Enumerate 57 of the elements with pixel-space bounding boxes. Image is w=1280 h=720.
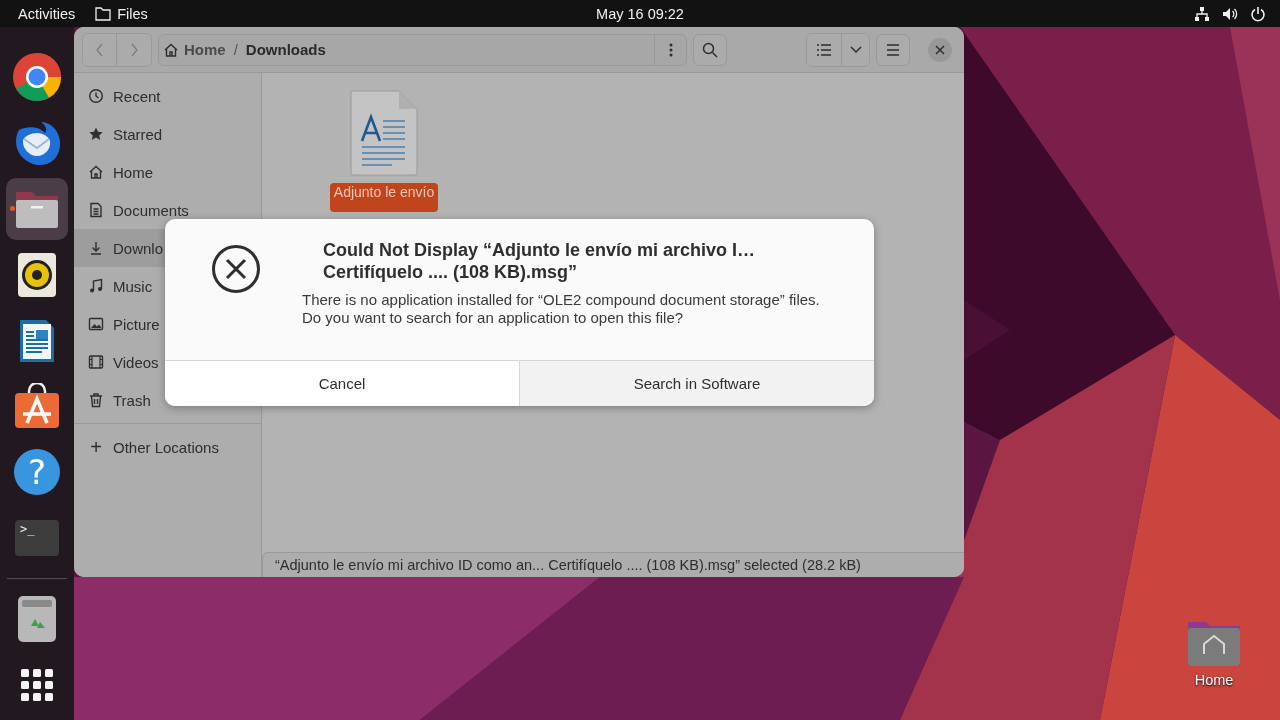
chevron-right-icon [129, 41, 139, 58]
dialog-message: There is no application installed for “OLE2 compound document storage” files. Do you want to search for an application to open this file? [302, 291, 821, 327]
sidebar-item[interactable]: Home [74, 153, 261, 191]
menu-button[interactable] [876, 33, 910, 66]
kebab-icon [668, 42, 673, 57]
caret-icon [849, 45, 862, 54]
folder-icon [95, 6, 112, 21]
sidebar-item[interactable]: Picture [74, 305, 261, 343]
path-crumb[interactable]: Downloads [241, 41, 330, 58]
power-icon[interactable] [1250, 5, 1266, 22]
path-crumb[interactable]: Home [159, 41, 230, 58]
sidebar-item[interactable]: Music [74, 267, 261, 305]
document-icon[interactable] [18, 317, 56, 364]
search-software-button[interactable]: Search in Software [519, 361, 874, 406]
network-icon[interactable] [1194, 5, 1210, 22]
desktop-icon-label[interactable]: Home [1194, 672, 1234, 688]
menu-icon [886, 43, 900, 56]
image-icon [88, 316, 104, 332]
download-icon [88, 240, 104, 256]
activities-button[interactable]: Activities [18, 5, 76, 22]
dock-item[interactable]: >_ [6, 507, 68, 570]
sidebar-item[interactable]: + Other Locations [74, 428, 261, 466]
file-name[interactable]: Adjunto le envío [329, 183, 439, 212]
sidebar-item[interactable]: Documents [74, 191, 261, 229]
film-icon [88, 354, 104, 370]
browser-icon[interactable] [12, 51, 62, 102]
close-icon [935, 44, 945, 55]
terminal-icon[interactable]: >_ [15, 520, 59, 557]
music-note-icon [88, 278, 104, 294]
help-icon[interactable]: ? [14, 449, 60, 496]
status-bar: “Adjunto le envío mi archivo ID como an... Certifíquelo .... (108 KB).msg” selected (28.2 kB) [262, 552, 964, 577]
sidebar-item[interactable]: Recent [74, 77, 261, 115]
search-button[interactable] [693, 33, 727, 66]
close-button[interactable] [928, 37, 952, 62]
shopping-bag-icon[interactable] [14, 383, 60, 430]
search-icon [702, 41, 718, 58]
dock-item[interactable] [6, 177, 68, 240]
cancel-button[interactable]: Cancel [165, 361, 519, 406]
dock-item[interactable]: ? [6, 441, 68, 504]
dialog-title: Could Not Display “Adjunto le envío mi archivo I… Certifíquelo .... (108 KB).msg” [322, 239, 757, 283]
trash-icon [88, 392, 104, 408]
error-icon [211, 244, 261, 294]
star-icon [88, 126, 104, 142]
text-document-icon[interactable] [349, 89, 419, 177]
home-icon [88, 164, 104, 180]
clock[interactable]: May 16 09:22 [596, 5, 684, 22]
clock-icon [88, 88, 104, 104]
app-grid-icon[interactable] [21, 669, 53, 702]
sidebar-item[interactable]: Starred [74, 115, 261, 153]
speaker-icon[interactable] [18, 252, 56, 297]
document-icon [88, 202, 104, 218]
home-icon [163, 41, 179, 58]
trash-icon[interactable] [18, 596, 56, 643]
path-separator: / [233, 41, 238, 58]
chevron-left-icon [94, 41, 105, 58]
app-menu[interactable]: Files [95, 5, 148, 22]
list-icon [817, 43, 831, 56]
